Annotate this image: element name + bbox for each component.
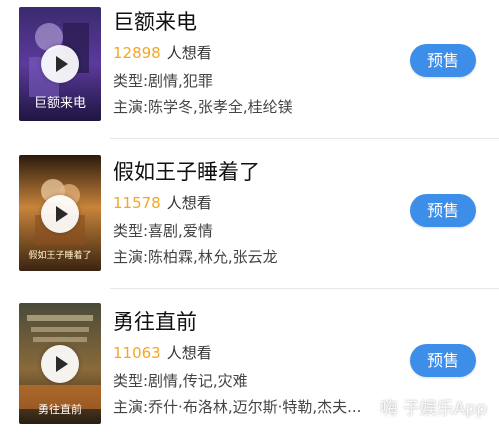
presale-button[interactable]: 预售 <box>410 344 476 377</box>
movie-title[interactable]: 勇往直前 <box>113 306 197 336</box>
want-suffix: 人想看 <box>166 194 212 212</box>
movie-item[interactable]: 勇往直前 勇往直前 11063 人想看 类型:剧情,传记,灾难 主演:乔什·布洛林… <box>0 300 499 441</box>
want-to-see: 11578 人想看 <box>113 192 212 213</box>
movie-genre: 类型:剧情,传记,灾难 <box>113 372 248 390</box>
divider <box>110 288 499 289</box>
movie-poster[interactable]: 假如王子睡着了 <box>19 155 101 271</box>
movie-cast: 主演:陈学冬,张孝全,桂纶镁 <box>113 98 293 116</box>
poster-title-art: 假如王子睡着了 <box>28 249 91 261</box>
movie-title[interactable]: 假如王子睡着了 <box>113 156 260 186</box>
movie-cast: 主演:陈柏霖,林允,张云龙 <box>113 248 278 266</box>
want-suffix: 人想看 <box>166 344 212 362</box>
play-icon[interactable] <box>41 195 79 233</box>
want-count: 11063 <box>113 344 161 362</box>
want-to-see: 12898 人想看 <box>113 42 212 63</box>
poster-title-art: 勇往直前 <box>38 402 82 416</box>
play-icon[interactable] <box>41 345 79 383</box>
presale-button[interactable]: 预售 <box>410 194 476 227</box>
movie-poster[interactable]: 勇往直前 <box>19 303 101 424</box>
want-count: 11578 <box>113 194 161 212</box>
movie-poster[interactable]: 巨额来电 <box>19 7 101 121</box>
watermark: 嗨 子娱乐App <box>380 399 487 419</box>
movie-title[interactable]: 巨额来电 <box>113 6 197 36</box>
divider <box>110 138 499 139</box>
play-icon[interactable] <box>41 45 79 83</box>
movie-list: 巨额来电 巨额来电 12898 人想看 类型:剧情,犯罪 主演:陈学冬,张孝全,桂… <box>0 0 499 441</box>
movie-item[interactable]: 巨额来电 巨额来电 12898 人想看 类型:剧情,犯罪 主演:陈学冬,张孝全,桂… <box>0 0 499 145</box>
movie-genre: 类型:剧情,犯罪 <box>113 72 213 90</box>
want-to-see: 11063 人想看 <box>113 342 212 363</box>
movie-genre: 类型:喜剧,爱情 <box>113 222 213 240</box>
want-count: 12898 <box>113 44 161 62</box>
presale-button[interactable]: 预售 <box>410 44 476 77</box>
movie-cast: 主演:乔什·布洛林,迈尔斯·特勒,杰夫... <box>113 398 362 416</box>
movie-item[interactable]: 假如王子睡着了 假如王子睡着了 11578 人想看 类型:喜剧,爱情 主演:陈柏霖… <box>0 150 499 295</box>
want-suffix: 人想看 <box>166 44 212 62</box>
poster-title-art: 巨额来电 <box>34 96 86 111</box>
